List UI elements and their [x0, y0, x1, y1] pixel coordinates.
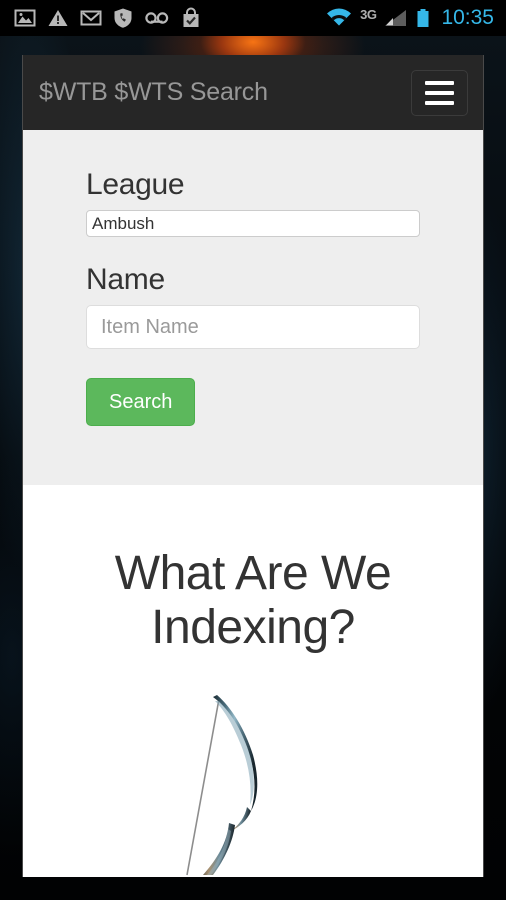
- gmail-icon: [80, 10, 102, 26]
- hamburger-bar: [425, 100, 454, 105]
- voicemail-icon: [145, 12, 169, 24]
- hamburger-menu-icon[interactable]: [411, 69, 468, 116]
- clock-time: 10:35: [441, 6, 494, 29]
- image-icon: [14, 9, 36, 27]
- android-status-bar: 3G 10:35: [0, 0, 506, 36]
- play-store-check-icon: [183, 7, 199, 27]
- hamburger-bar: [425, 80, 454, 85]
- navbar-brand[interactable]: $WTB $WTS Search: [39, 78, 268, 107]
- phone-screen: 3G 10:35 $WTB $WTS Search League Ambush …: [0, 0, 506, 900]
- signal-bars-icon: [385, 10, 407, 26]
- info-panel: What Are We Indexing?: [23, 485, 483, 877]
- network-type-label: 3G: [360, 6, 377, 22]
- info-heading: What Are We Indexing?: [114, 547, 392, 655]
- league-label: League: [86, 168, 185, 201]
- name-label: Name: [86, 263, 165, 296]
- shield-phone-icon: [114, 8, 132, 28]
- item-name-input[interactable]: [86, 305, 420, 349]
- app-container: $WTB $WTS Search League Ambush Name Sear…: [22, 55, 484, 877]
- navbar: $WTB $WTS Search: [23, 55, 483, 130]
- status-system-icons: 3G 10:35: [326, 6, 506, 30]
- search-button[interactable]: Search: [86, 378, 196, 426]
- bow-item-image: [23, 685, 483, 877]
- warning-triangle-icon: [48, 10, 68, 26]
- status-notification-icons: [0, 7, 326, 29]
- wifi-icon: [327, 8, 352, 26]
- battery-icon: [417, 9, 429, 27]
- hamburger-bar: [425, 90, 454, 95]
- search-form-panel: League Ambush Name Search: [23, 130, 483, 485]
- league-select[interactable]: Ambush: [86, 210, 420, 237]
